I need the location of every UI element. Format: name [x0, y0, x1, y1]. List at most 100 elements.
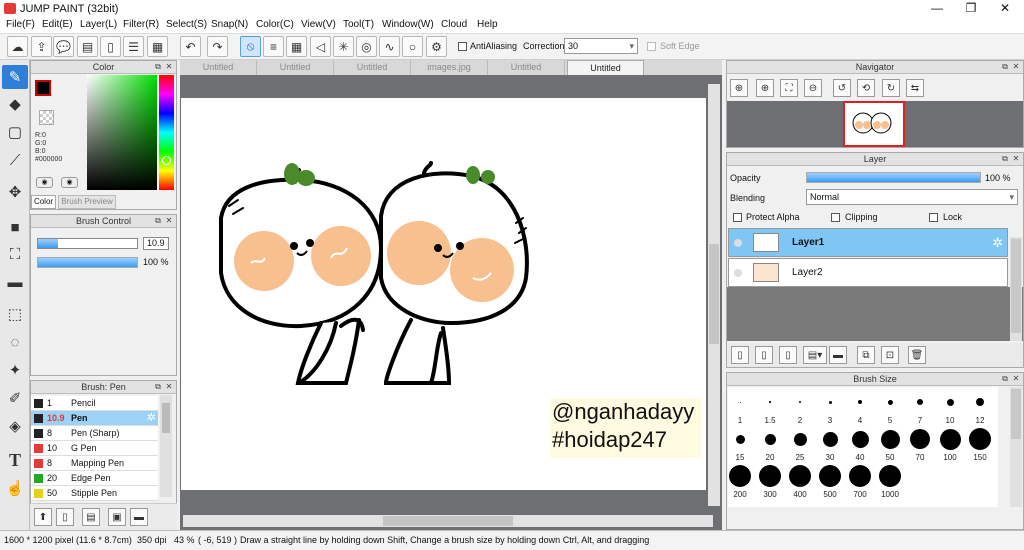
- select-pen-tool-icon[interactable]: ✐: [2, 386, 28, 410]
- tab-document-active[interactable]: Untitled: [567, 60, 644, 75]
- message-icon[interactable]: ▤: [77, 36, 98, 57]
- brush-size-dot[interactable]: [729, 465, 751, 487]
- close-icon[interactable]: ✕: [1011, 374, 1021, 384]
- hue-slider[interactable]: [159, 75, 174, 190]
- menu-filter[interactable]: Filter(R): [123, 19, 159, 30]
- brush-download-icon[interactable]: ⬆: [34, 508, 52, 526]
- tab-color[interactable]: Color: [31, 195, 56, 209]
- brush-item[interactable]: 20 Edge Pen: [31, 471, 158, 486]
- brush-opacity-slider[interactable]: [37, 257, 138, 268]
- brush-size-dot[interactable]: [910, 429, 930, 449]
- menu-file[interactable]: File(F): [6, 19, 35, 30]
- move-tool-icon[interactable]: ✥: [2, 180, 28, 204]
- undock-icon[interactable]: ⧉: [153, 62, 163, 72]
- cloud-icon[interactable]: ☁: [7, 36, 28, 57]
- rect-fill-tool-icon[interactable]: ■: [2, 215, 28, 239]
- brush-size-dot[interactable]: [879, 465, 901, 487]
- scroll-thumb[interactable]: [1011, 239, 1021, 333]
- layer-settings-icon[interactable]: ✲: [992, 229, 1003, 256]
- menu-color[interactable]: Color(C): [256, 19, 294, 30]
- close-icon[interactable]: ✕: [164, 216, 174, 226]
- brush-menu-icon[interactable]: ▤: [82, 508, 100, 526]
- hue-handle[interactable]: [162, 156, 171, 165]
- new-layer-8bit-icon[interactable]: ▯: [755, 346, 773, 364]
- visibility-icon[interactable]: [734, 239, 742, 247]
- menu-cloud[interactable]: Cloud: [441, 19, 467, 30]
- layer-menu-icon[interactable]: ▤▾: [803, 346, 827, 364]
- zoom-out-icon[interactable]: ⊖: [804, 79, 822, 97]
- transparent-color-swatch[interactable]: [39, 110, 54, 125]
- new-layer-1bit-icon[interactable]: ▯: [779, 346, 797, 364]
- settings-list-icon[interactable]: ▦: [147, 36, 168, 57]
- undock-icon[interactable]: ⧉: [153, 216, 163, 226]
- canvas-vertical-scrollbar[interactable]: [708, 84, 720, 506]
- hand-tool-icon[interactable]: ☝: [2, 476, 28, 500]
- delete-layer-icon[interactable]: 🗑: [908, 346, 926, 364]
- circle-snap-icon[interactable]: ○: [402, 36, 423, 57]
- soft-edge-checkbox[interactable]: [647, 42, 656, 51]
- menu-select[interactable]: Select(S): [166, 19, 207, 30]
- close-button[interactable]: ✕: [988, 0, 1022, 17]
- brush-folder-icon[interactable]: ▬: [130, 508, 148, 526]
- menu-tool[interactable]: Tool(T): [343, 19, 374, 30]
- parallel-snap-icon[interactable]: ≡: [263, 36, 284, 57]
- tab-document[interactable]: Untitled: [180, 60, 257, 75]
- zoom-in-icon[interactable]: ⊕: [756, 79, 774, 97]
- scroll-thumb[interactable]: [383, 516, 513, 526]
- layer-opacity-slider[interactable]: [806, 172, 981, 183]
- correction-select[interactable]: 30 ▾: [564, 38, 638, 54]
- brush-size-dot[interactable]: [880, 429, 900, 449]
- brush-item[interactable]: 8 Pen (Sharp): [31, 426, 158, 441]
- lasso-select-tool-icon[interactable]: ◌: [2, 330, 28, 354]
- brush-size-slider[interactable]: [37, 238, 138, 249]
- curve-snap-icon[interactable]: ∿: [379, 36, 400, 57]
- scroll-thumb[interactable]: [1011, 389, 1021, 439]
- rotate-left-icon[interactable]: ↺: [833, 79, 851, 97]
- layer-scrollbar[interactable]: [1010, 237, 1022, 341]
- color-picker-icon[interactable]: ◉: [61, 177, 78, 188]
- menu-edit[interactable]: Edit(E): [42, 19, 73, 30]
- undock-icon[interactable]: ⧉: [1000, 62, 1010, 72]
- snap-off-icon[interactable]: ⦸: [240, 36, 261, 57]
- upload-icon[interactable]: ⇪: [31, 36, 52, 57]
- undo-icon[interactable]: ↶: [180, 36, 201, 57]
- radial-snap-icon[interactable]: ✳: [333, 36, 354, 57]
- chat-icon[interactable]: 💬: [53, 36, 74, 57]
- undock-icon[interactable]: ⧉: [1000, 154, 1010, 164]
- duplicate-layer-icon[interactable]: ⧉: [857, 346, 875, 364]
- eraser-tool-icon[interactable]: ◆: [2, 92, 28, 116]
- brush-size-dot[interactable]: [759, 465, 781, 487]
- brush-item[interactable]: 8 Mapping Pen: [31, 456, 158, 471]
- undock-icon[interactable]: ⧉: [153, 382, 163, 392]
- brush-item[interactable]: 10.9 Pen ✲: [31, 411, 158, 426]
- brush-size-dot[interactable]: [735, 434, 745, 444]
- brush-settings-icon[interactable]: ▣: [108, 508, 126, 526]
- brush-item[interactable]: 1 Pencil: [31, 396, 158, 411]
- brush-settings-icon[interactable]: ✲: [147, 411, 156, 425]
- brush-size-dot[interactable]: [793, 432, 807, 446]
- brush-list-scrollbar[interactable]: [160, 395, 172, 497]
- brush-size-dot[interactable]: [799, 401, 801, 403]
- brush-size-dot[interactable]: [819, 465, 841, 487]
- redo-icon[interactable]: ↷: [207, 36, 228, 57]
- clipping-checkbox[interactable]: [831, 213, 840, 222]
- snap-settings-icon[interactable]: ⚙: [426, 36, 447, 57]
- close-icon[interactable]: ✕: [1011, 154, 1021, 164]
- visibility-icon[interactable]: [734, 269, 742, 277]
- layer-row[interactable]: Layer2: [728, 258, 1008, 287]
- foreground-color-swatch[interactable]: [35, 80, 51, 96]
- rotate-reset-icon[interactable]: ⟲: [857, 79, 875, 97]
- brush-item[interactable]: 10 G Pen: [31, 441, 158, 456]
- grid-snap-icon[interactable]: ▦: [286, 36, 307, 57]
- menu-help[interactable]: Help: [477, 19, 498, 30]
- brush-size-dot[interactable]: [828, 400, 832, 404]
- color-mode-icon[interactable]: ◉: [36, 177, 53, 188]
- zoom-full-icon[interactable]: ⛶: [780, 79, 798, 97]
- brush-size-dot[interactable]: [822, 431, 838, 447]
- select-eraser-tool-icon[interactable]: ◈: [2, 414, 28, 438]
- brush-size-dot[interactable]: [789, 465, 811, 487]
- magic-wand-tool-icon[interactable]: ✦: [2, 358, 28, 382]
- brush-size-dot[interactable]: [739, 401, 741, 403]
- lock-checkbox[interactable]: [929, 213, 938, 222]
- rect-select-tool-icon[interactable]: ⬚: [2, 302, 28, 326]
